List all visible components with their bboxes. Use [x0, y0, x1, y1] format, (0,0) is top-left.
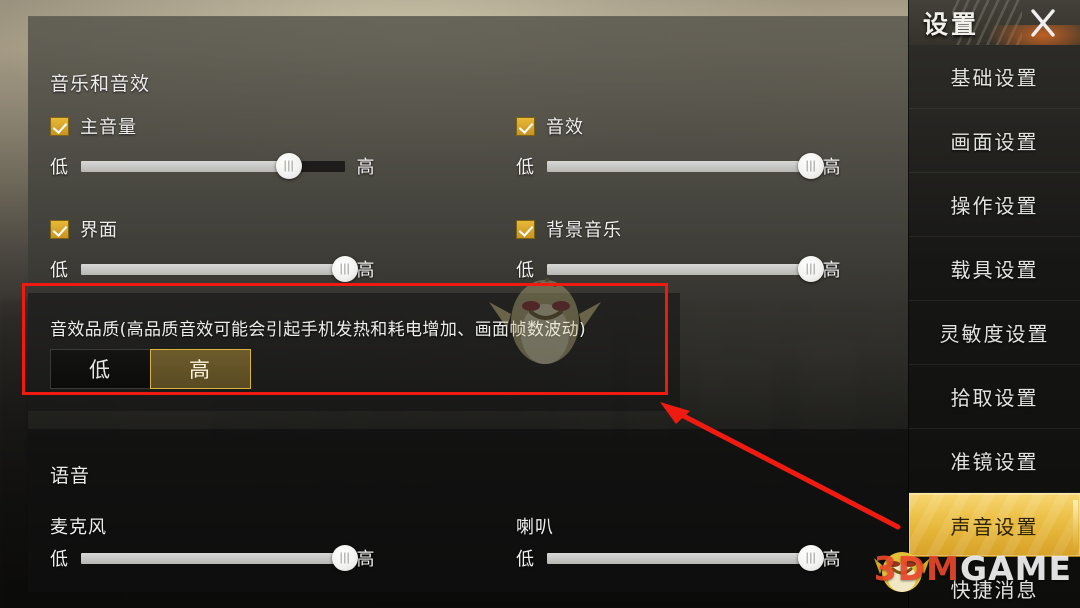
audio-quality-option-high[interactable]: 高: [150, 349, 251, 389]
label-sound-effects: 音效: [546, 117, 584, 138]
sidebar-item-list: 基础设置 画面设置 操作设置 载具设置 灵敏度设置 拾取设置 准镜设置 声音设置: [909, 45, 1080, 608]
slider-row-speaker[interactable]: 低 高: [516, 545, 841, 571]
section-title-audio: 音乐和音效: [50, 73, 151, 95]
slider-track-background-music[interactable]: [546, 256, 824, 282]
sidebar-item-vehicle-settings[interactable]: 载具设置: [909, 237, 1080, 301]
slider-low-label-interface: 低: [50, 260, 69, 281]
brand-watermark-prefix: 3DM: [873, 549, 960, 588]
sidebar-item-label: 拾取设置: [950, 386, 1039, 410]
slider-row-sound-effects[interactable]: 低 高: [516, 153, 841, 179]
slider-row-master-volume[interactable]: 低 高: [50, 153, 375, 179]
slider-low-label-microphone: 低: [50, 549, 69, 570]
settings-sidebar: 设置 基础设置 画面设置 操作设置 载具设置 灵敏度设置 拾取设置 准镜设置 声…: [908, 0, 1080, 608]
slider-row-interface[interactable]: 低 高: [50, 256, 375, 282]
sidebar-item-pickup-settings[interactable]: 拾取设置: [909, 365, 1080, 429]
slider-low-label-speaker: 低: [516, 549, 535, 570]
slider-fill-speaker: [546, 552, 811, 564]
label-master-volume: 主音量: [80, 117, 137, 138]
slider-low-label-sound-effects: 低: [516, 157, 535, 178]
voice-section: 语音 麦克风 低 高 喇叭 低 高: [28, 429, 908, 592]
checkbox-row-master-volume[interactable]: 主音量: [50, 113, 137, 139]
sidebar-item-sound-settings[interactable]: 声音设置: [909, 493, 1080, 557]
section-title-voice: 语音: [50, 465, 91, 487]
sidebar-item-label: 准镜设置: [950, 450, 1039, 474]
brand-watermark: 3DMGAME: [874, 549, 1072, 588]
slider-low-label-background-music: 低: [516, 260, 535, 281]
sidebar-item-label: 灵敏度设置: [939, 322, 1050, 346]
slider-fill-microphone: [80, 552, 345, 564]
checkbox-interface[interactable]: [50, 219, 69, 239]
slider-high-label-speaker: 高: [822, 549, 841, 570]
slider-track-interface[interactable]: [80, 256, 358, 282]
checkbox-row-sound-effects[interactable]: 音效: [516, 113, 584, 139]
checkbox-row-interface[interactable]: 界面: [50, 216, 118, 242]
slider-thumb-interface[interactable]: [331, 256, 358, 282]
slider-fill-sound-effects: [546, 160, 811, 172]
slider-high-label-background-music: 高: [822, 260, 841, 281]
game-settings-screen: 音乐和音效 主音量 低 高 音效 低 高 界面 低 高 背景音乐 低 高 音效品…: [0, 0, 1080, 608]
sidebar-item-label: 画面设置: [950, 130, 1039, 154]
slider-row-microphone[interactable]: 低 高: [50, 545, 375, 571]
sidebar-item-label: 载具设置: [950, 258, 1039, 282]
close-button[interactable]: [1012, 0, 1074, 45]
audio-quality-label: 音效品质(高品质音效可能会引起手机发热和耗电增加、画面帧数波动): [50, 320, 587, 340]
slider-track-master-volume[interactable]: [80, 153, 345, 179]
slider-track-microphone[interactable]: [80, 545, 358, 571]
sidebar-item-graphics-settings[interactable]: 画面设置: [909, 109, 1080, 173]
sidebar-item-label: 基础设置: [950, 66, 1039, 90]
slider-fill-background-music: [546, 263, 811, 275]
label-microphone: 麦克风: [50, 517, 107, 538]
audio-quality-option-low[interactable]: 低: [50, 349, 151, 389]
audio-quality-toggle-group[interactable]: 低 高: [50, 349, 251, 389]
label-background-music: 背景音乐: [546, 220, 622, 241]
slider-thumb-master-volume[interactable]: [276, 153, 303, 179]
sidebar-item-label: 操作设置: [950, 194, 1039, 218]
checkbox-master-volume[interactable]: [50, 116, 69, 136]
audio-quality-section: 音效品质(高品质音效可能会引起手机发热和耗电增加、画面帧数波动) 低 高: [28, 293, 680, 411]
sidebar-item-basic-settings[interactable]: 基础设置: [909, 45, 1080, 109]
slider-high-label-interface: 高: [356, 260, 375, 281]
brand-watermark-suffix: GAME: [959, 549, 1072, 588]
slider-thumb-background-music[interactable]: [797, 256, 824, 282]
sidebar-header: 设置: [909, 0, 1080, 45]
slider-thumb-speaker[interactable]: [797, 545, 824, 571]
label-speaker: 喇叭: [516, 517, 554, 538]
label-interface: 界面: [80, 220, 118, 241]
sidebar-item-control-settings[interactable]: 操作设置: [909, 173, 1080, 237]
slider-track-speaker[interactable]: [546, 545, 824, 571]
sidebar-item-scope-settings[interactable]: 准镜设置: [909, 429, 1080, 493]
slider-track-sound-effects[interactable]: [546, 153, 824, 179]
close-x-icon: [1031, 8, 1055, 37]
sidebar-item-sensitivity-settings[interactable]: 灵敏度设置: [909, 301, 1080, 365]
slider-high-label-microphone: 高: [356, 549, 375, 570]
settings-panel: 音乐和音效 主音量 低 高 音效 低 高 界面 低 高 背景音乐 低 高 音效品…: [28, 16, 908, 592]
slider-low-label-master-volume: 低: [50, 157, 69, 178]
page-title: 设置: [923, 9, 980, 39]
slider-fill-interface: [80, 263, 345, 275]
slider-fill-master-volume: [80, 160, 290, 172]
slider-row-background-music[interactable]: 低 高: [516, 256, 841, 282]
slider-high-label-master-volume: 高: [356, 157, 375, 178]
sidebar-item-label: 声音设置: [950, 514, 1039, 539]
checkbox-sound-effects[interactable]: [516, 116, 535, 136]
checkbox-background-music[interactable]: [516, 219, 535, 239]
checkbox-row-background-music[interactable]: 背景音乐: [516, 216, 622, 242]
slider-thumb-microphone[interactable]: [331, 545, 358, 571]
slider-thumb-sound-effects[interactable]: [797, 153, 824, 179]
slider-high-label-sound-effects: 高: [822, 157, 841, 178]
